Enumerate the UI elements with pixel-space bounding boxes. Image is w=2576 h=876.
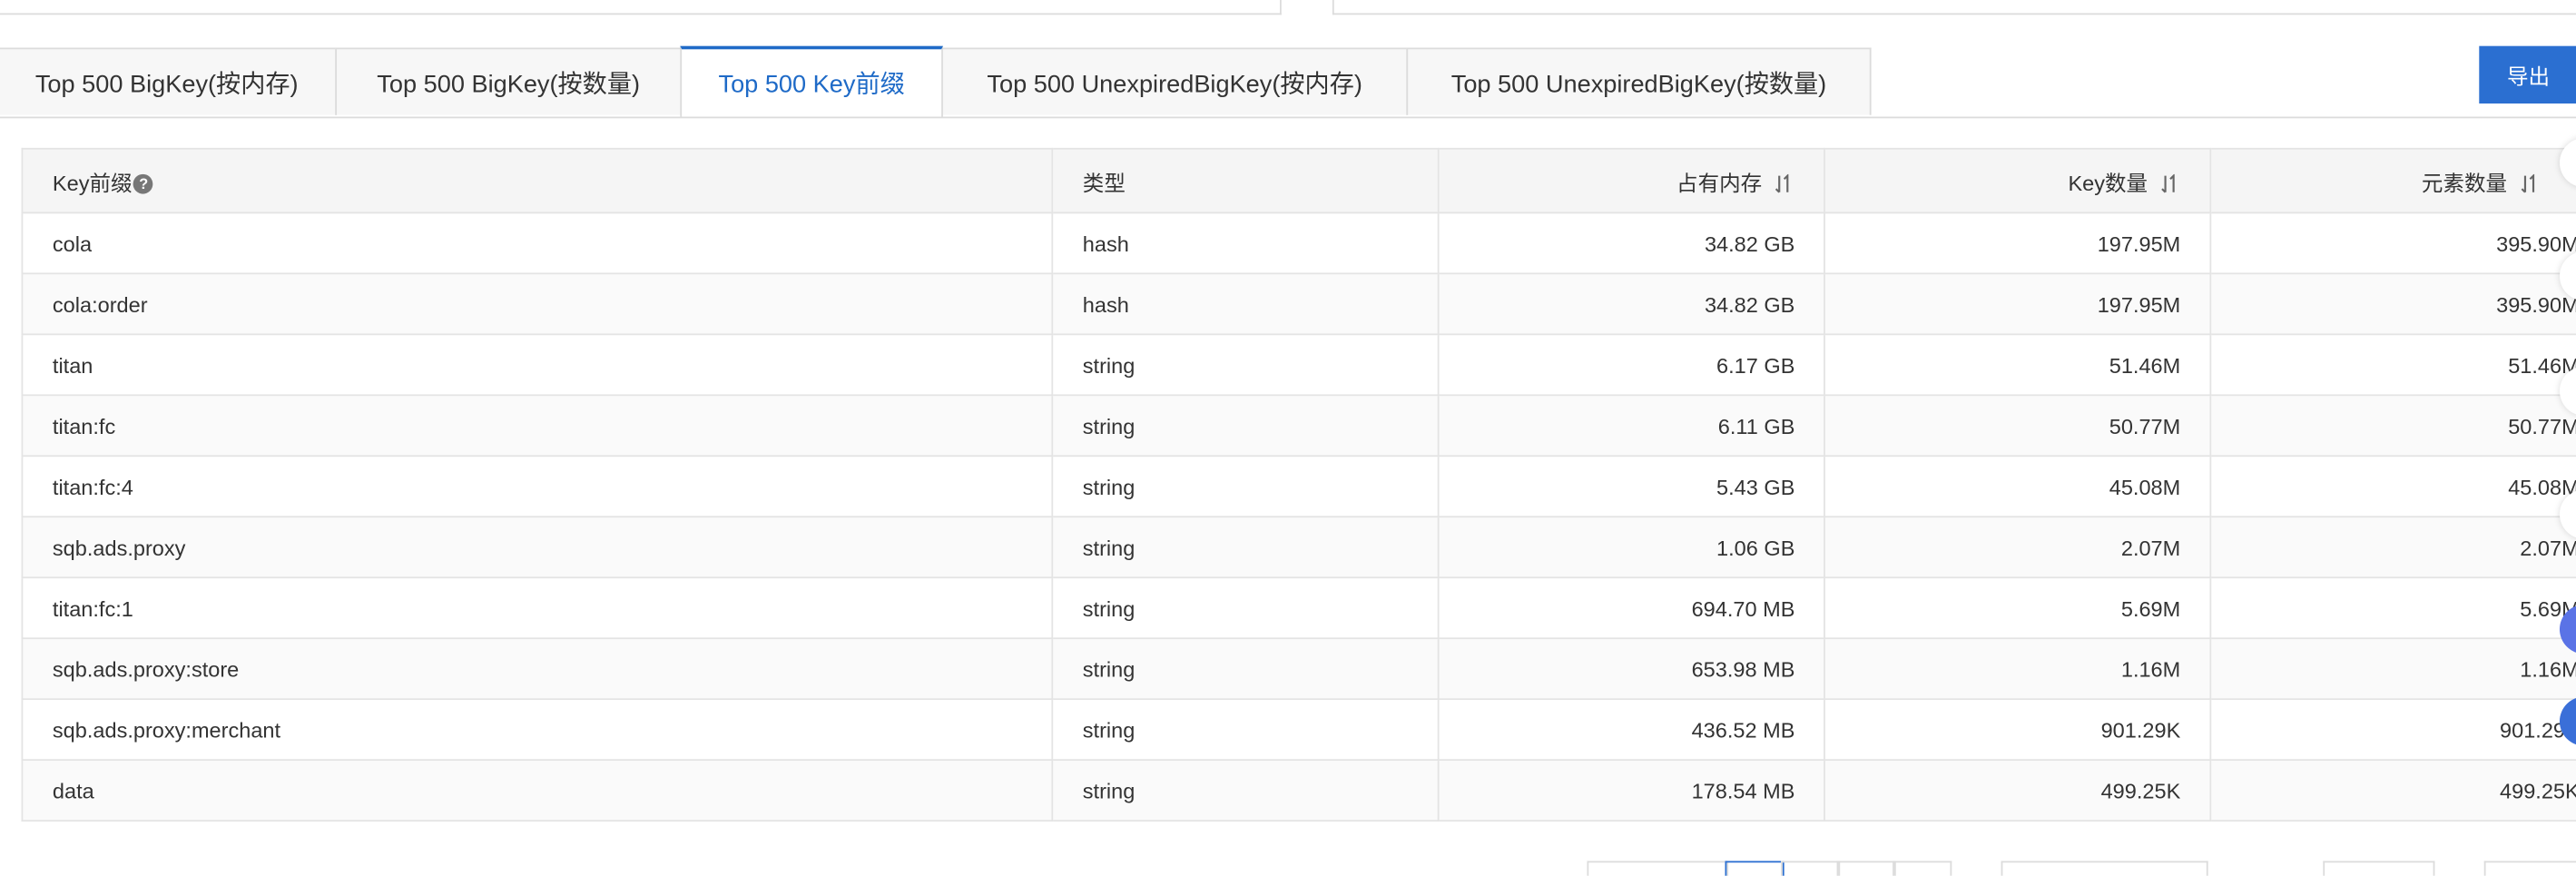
cell-memory: 5.43 GB [1437, 455, 1826, 518]
cell-prefix: titan:fc:1 [21, 576, 1054, 640]
pager-next[interactable] [1893, 861, 1952, 876]
cell-element-count: 395.90M [2209, 272, 2576, 336]
tab-label: Top 500 Key前缀 [718, 70, 905, 99]
cell-prefix: sqb.ads.proxy:merchant [21, 698, 1054, 762]
cell-memory: 6.17 GB [1437, 333, 1826, 397]
pager-page[interactable] [1836, 861, 1896, 876]
cell-prefix: titan [21, 333, 1054, 397]
top-filter-box-left [0, 0, 1282, 15]
cell-prefix: data [21, 759, 1054, 822]
sort-icon[interactable] [2521, 173, 2541, 194]
column-header-label: 占有内存 [1676, 170, 1763, 195]
cell-type: string [1051, 333, 1440, 397]
column-header-label: 类型 [1082, 170, 1126, 195]
pager-page[interactable] [1725, 861, 1785, 876]
cell-type: string [1051, 394, 1440, 458]
page-jump-input[interactable] [2323, 861, 2435, 876]
column-header-label: 元素数量 [2421, 170, 2508, 195]
cell-memory: 694.70 MB [1437, 576, 1826, 640]
tab-unexpired-bigkey-memory[interactable]: Top 500 UnexpiredBigKey(按内存) [941, 47, 1409, 115]
cell-type: string [1051, 637, 1440, 701]
cell-prefix: sqb.ads.proxy [21, 516, 1054, 579]
page-jump-button[interactable] [2483, 861, 2576, 876]
cell-type: hash [1051, 272, 1440, 336]
cell-element-count: 50.77M [2209, 394, 2576, 458]
cell-key-count: 5.69M [1824, 576, 2212, 640]
cell-element-count: 901.29K [2209, 698, 2576, 762]
pager-prev[interactable] [1587, 861, 1729, 876]
cell-type: string [1051, 759, 1440, 822]
cell-type: string [1051, 698, 1440, 762]
table-row: sqb.ads.proxy:merchant string 436.52 MB 901… [21, 698, 2576, 762]
cell-element-count: 45.08M [2209, 455, 2576, 518]
tab-label: Top 500 BigKey(按内存) [34, 69, 299, 98]
cell-memory: 34.82 GB [1437, 212, 1826, 275]
tab-bigkey-memory[interactable]: Top 500 BigKey(按内存) [0, 47, 338, 115]
table-row: cola hash 34.82 GB 197.95M 395.90M [21, 212, 2576, 275]
table-header-row: Key前缀? 类型 占有内存 Key数量 元素数量 [21, 147, 2576, 214]
cell-type: string [1051, 576, 1440, 640]
cell-key-count: 901.29K [1824, 698, 2212, 762]
tab-unexpired-bigkey-count[interactable]: Top 500 UnexpiredBigKey(按数量) [1406, 47, 1872, 115]
column-header-label: Key数量 [2068, 170, 2148, 195]
cell-memory: 436.52 MB [1437, 698, 1826, 762]
column-header-key-count[interactable]: Key数量 [1824, 147, 2212, 214]
tab-bigkey-count[interactable]: Top 500 BigKey(按数量) [335, 47, 683, 115]
top-filter-box-right [1332, 0, 2576, 15]
table-row: titan:fc:1 string 694.70 MB 5.69M 5.69M [21, 576, 2576, 640]
cell-key-count: 197.95M [1824, 212, 2212, 275]
cell-element-count: 1.16M [2209, 637, 2576, 701]
column-header-prefix: Key前缀? [21, 147, 1054, 214]
table-row: titan:fc string 6.11 GB 50.77M 50.77M [21, 394, 2576, 458]
export-button[interactable]: 导出 [2479, 45, 2576, 104]
table-row: sqb.ads.proxy:store string 653.98 MB 1.16M 1… [21, 637, 2576, 701]
cell-memory: 653.98 MB [1437, 637, 1826, 701]
pager-page[interactable] [1781, 861, 1841, 876]
cell-element-count: 499.25K [2209, 759, 2576, 822]
table-row: titan string 6.17 GB 51.46M 51.46M [21, 333, 2576, 397]
cell-prefix: sqb.ads.proxy:store [21, 637, 1054, 701]
cell-key-count: 2.07M [1824, 516, 2212, 579]
table-row: cola:order hash 34.82 GB 197.95M 395.90M [21, 272, 2576, 336]
cell-memory: 1.06 GB [1437, 516, 1826, 579]
cell-memory: 178.54 MB [1437, 759, 1826, 822]
table-row: sqb.ads.proxy string 1.06 GB 2.07M 2.07M [21, 516, 2576, 579]
column-header-element-count[interactable]: 元素数量 [2209, 147, 2576, 214]
cell-memory: 34.82 GB [1437, 272, 1826, 336]
cell-type: string [1051, 455, 1440, 518]
sort-icon[interactable] [1775, 173, 1795, 194]
tab-label: Top 500 UnexpiredBigKey(按数量) [1450, 69, 1827, 98]
column-header-label: Key前缀 [52, 170, 133, 195]
cell-key-count: 45.08M [1824, 455, 2212, 518]
cell-type: string [1051, 516, 1440, 579]
cell-key-count: 50.77M [1824, 394, 2212, 458]
cell-prefix: titan:fc [21, 394, 1054, 458]
cell-key-count: 499.25K [1824, 759, 2212, 822]
tab-label: Top 500 UnexpiredBigKey(按内存) [987, 69, 1362, 98]
cell-key-count: 1.16M [1824, 637, 2212, 701]
table-row: titan:fc:4 string 5.43 GB 45.08M 45.08M [21, 455, 2576, 518]
page-size-select[interactable] [2001, 861, 2208, 876]
cell-prefix: cola [21, 212, 1054, 275]
table-row: data string 178.54 MB 499.25K 499.25K [21, 759, 2576, 822]
cell-element-count: 51.46M [2209, 333, 2576, 397]
cell-key-count: 197.95M [1824, 272, 2212, 336]
cell-key-count: 51.46M [1824, 333, 2212, 397]
cell-element-count: 395.90M [2209, 212, 2576, 275]
cell-prefix: cola:order [21, 272, 1054, 336]
cell-element-count: 5.69M [2209, 576, 2576, 640]
column-header-memory[interactable]: 占有内存 [1437, 147, 1826, 214]
cell-memory: 6.11 GB [1437, 394, 1826, 458]
cell-prefix: titan:fc:4 [21, 455, 1054, 518]
cell-type: hash [1051, 212, 1440, 275]
cell-element-count: 2.07M [2209, 516, 2576, 579]
tab-key-prefix[interactable]: Top 500 Key前缀 [680, 45, 943, 117]
tab-underline [0, 116, 2576, 119]
sort-icon[interactable] [2161, 173, 2181, 194]
question-icon[interactable]: ? [133, 173, 154, 194]
tab-label: Top 500 BigKey(按数量) [377, 69, 641, 98]
key-prefix-table: Key前缀? 类型 占有内存 Key数量 元素数量 cola hash 34.82 … [21, 147, 2576, 822]
column-header-type: 类型 [1051, 147, 1440, 214]
